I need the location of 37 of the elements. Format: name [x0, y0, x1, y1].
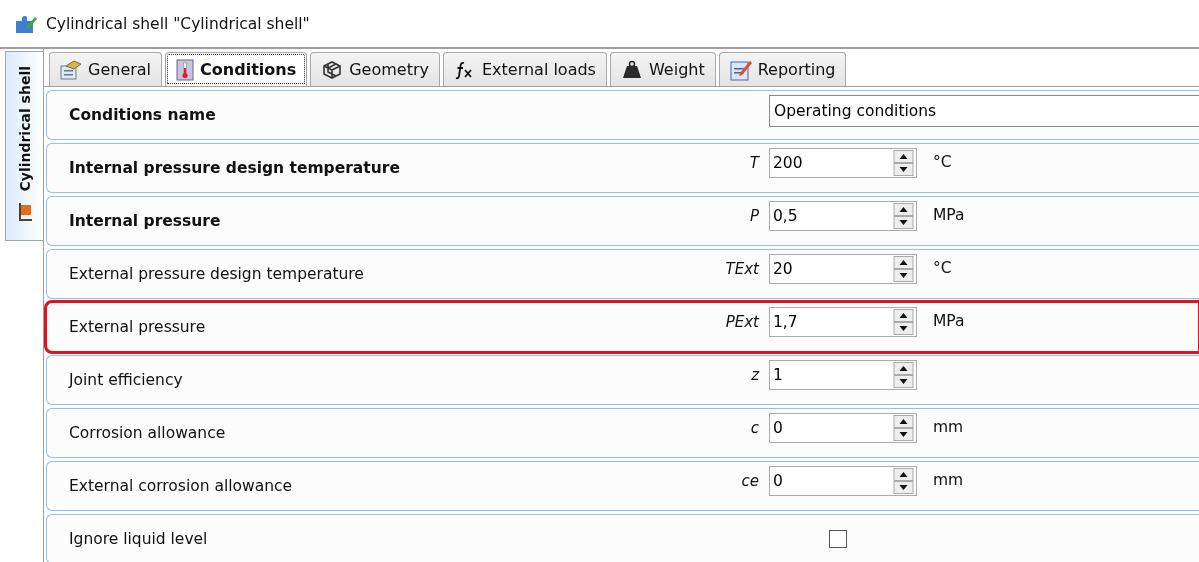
symbol-label: PExt [724, 313, 761, 331]
field-label: External pressure design temperature [68, 265, 365, 283]
field-label: Internal pressure [68, 212, 222, 230]
tab[interactable]: Reporting [718, 52, 847, 86]
field-label: External pressure [68, 318, 207, 336]
field-label: Internal pressure design temperature [68, 159, 401, 177]
unit-label: MPa [933, 206, 965, 224]
side-tab[interactable]: Cylindrical shell [5, 51, 43, 241]
tab[interactable]: External loads [442, 52, 607, 86]
input-field[interactable]: Operating conditions [769, 95, 1199, 127]
symbol-label: c [749, 419, 760, 437]
tab[interactable]: General [49, 52, 163, 86]
tab[interactable]: Geometry [310, 52, 440, 86]
symbol-label: z [750, 366, 761, 384]
tab[interactable]: Weight [609, 52, 716, 86]
form-icon [60, 59, 82, 80]
unit-label: mm [933, 418, 964, 436]
field-label: Ignore liquid level [68, 530, 209, 548]
checkbox[interactable] [829, 530, 847, 548]
unit-label: mm [933, 471, 964, 489]
field-label: Conditions name [68, 106, 217, 124]
symbol-label: TExt [724, 260, 761, 278]
weight-icon [620, 59, 643, 80]
unit-label: MPa [933, 312, 965, 330]
symbol-label: P [748, 207, 760, 225]
thermometer-icon [176, 58, 195, 81]
unit-label: °C [933, 259, 952, 277]
cube-icon [321, 59, 344, 80]
unit-label: °C [933, 153, 952, 171]
tab[interactable]: Conditions [165, 52, 308, 86]
symbol-label: T [748, 154, 761, 172]
symbol-label: ce [740, 472, 760, 490]
field-label: Joint efficiency [67, 371, 184, 389]
report-icon [729, 58, 752, 81]
window-title: Cylindrical shell "Cylindrical shell" [46, 14, 310, 33]
field-label: Corrosion allowance [68, 424, 227, 442]
field-label: External corrosion allowance [68, 477, 294, 495]
